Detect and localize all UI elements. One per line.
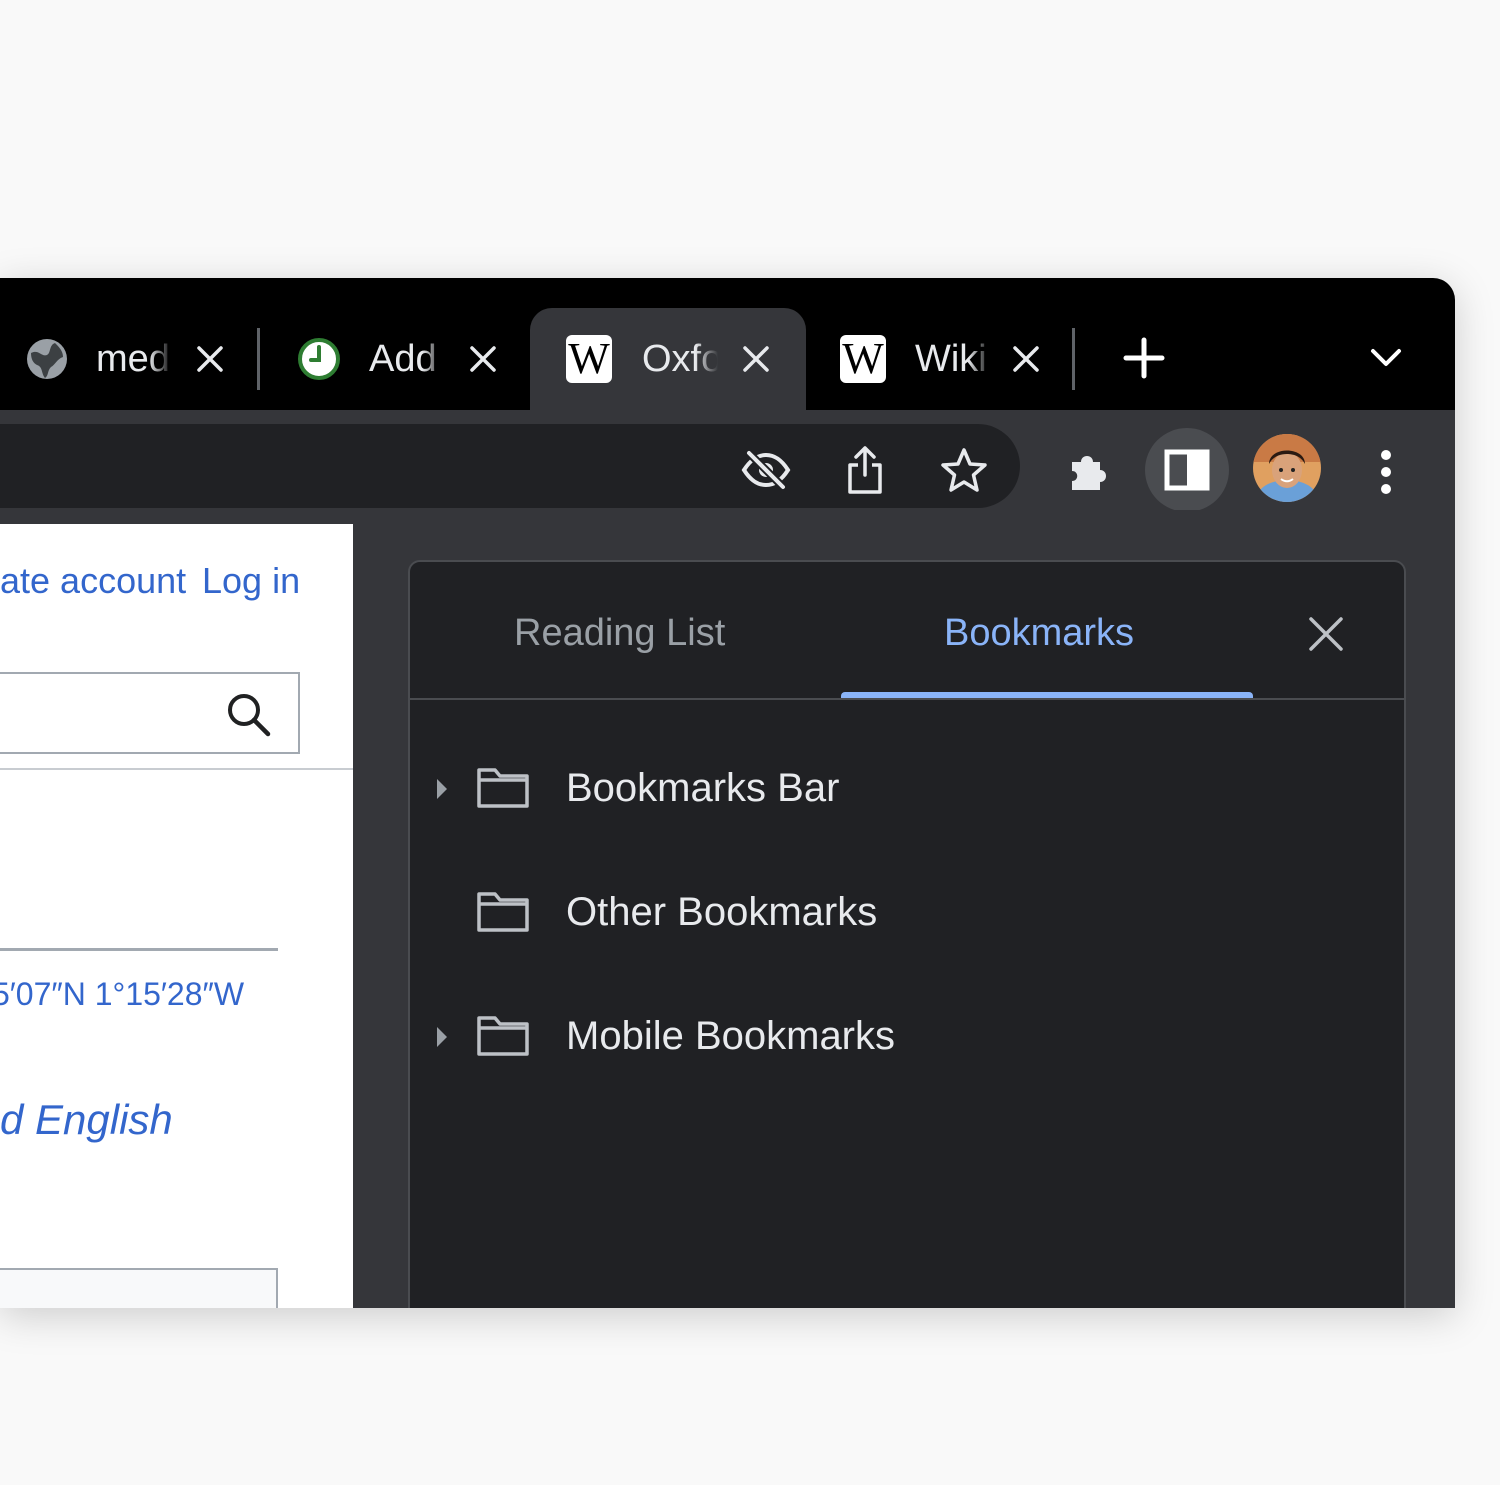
clock-icon bbox=[296, 336, 342, 382]
bookmark-star-button[interactable] bbox=[936, 442, 992, 498]
folder-icon bbox=[476, 888, 530, 934]
tab-separator bbox=[257, 328, 260, 390]
globe-icon bbox=[24, 336, 70, 382]
tracking-protection-button[interactable] bbox=[740, 444, 792, 496]
tabs-divider bbox=[410, 698, 1404, 700]
eye-slash-icon bbox=[741, 450, 791, 490]
new-tab-button[interactable] bbox=[1120, 334, 1168, 382]
tab-add[interactable]: Add bbox=[262, 308, 527, 410]
close-icon[interactable] bbox=[1010, 343, 1042, 375]
share-icon bbox=[848, 446, 882, 494]
login-link[interactable]: Log in bbox=[202, 560, 300, 602]
share-button[interactable] bbox=[840, 440, 890, 500]
tab-wiki[interactable]: W Wiki bbox=[806, 308, 1071, 410]
infobox-divider bbox=[0, 948, 278, 951]
tab-title: Wiki bbox=[915, 337, 987, 380]
english-link[interactable]: d English bbox=[0, 1096, 173, 1144]
star-icon bbox=[941, 448, 987, 492]
tab-title: Oxfo bbox=[642, 337, 718, 380]
close-icon[interactable] bbox=[194, 343, 226, 375]
puzzle-icon bbox=[1072, 456, 1106, 490]
tab-reading-list[interactable]: Reading List bbox=[514, 612, 725, 655]
search-icon[interactable] bbox=[224, 690, 274, 740]
side-panel-icon bbox=[1164, 449, 1210, 491]
wikipedia-icon: W bbox=[566, 335, 612, 383]
side-panel-button[interactable] bbox=[1145, 428, 1229, 512]
toolbar bbox=[0, 410, 1455, 512]
folder-icon bbox=[476, 764, 530, 810]
search-input[interactable] bbox=[0, 672, 300, 754]
header-divider bbox=[0, 768, 353, 770]
chevron-down-icon bbox=[1371, 349, 1401, 366]
browser-window: med Add W Oxfo W Wiki ate account Log in… bbox=[0, 278, 1455, 1308]
folder-bookmarks-bar[interactable]: Bookmarks Bar bbox=[410, 748, 1404, 828]
expand-arrow-icon[interactable] bbox=[432, 1024, 452, 1050]
tab-title: med bbox=[96, 337, 170, 380]
tab-separator bbox=[1072, 328, 1075, 390]
tab-bookmarks[interactable]: Bookmarks bbox=[944, 612, 1134, 655]
folder-label: Bookmarks Bar bbox=[566, 765, 840, 810]
folder-icon bbox=[476, 1012, 530, 1058]
wikipedia-icon: W bbox=[840, 335, 886, 383]
folder-other-bookmarks[interactable]: Other Bookmarks bbox=[410, 872, 1404, 952]
content-area: ate account Log in 5′07″N 1°15′28″W d En… bbox=[0, 510, 1455, 1308]
avatar[interactable] bbox=[1253, 434, 1321, 502]
plus-icon bbox=[1123, 337, 1165, 379]
tab-oxford[interactable]: W Oxfo bbox=[530, 308, 806, 410]
coordinates-link[interactable]: 5′07″N 1°15′28″W bbox=[0, 976, 244, 1013]
close-icon[interactable] bbox=[467, 343, 499, 375]
expand-arrow-icon[interactable] bbox=[432, 776, 452, 802]
close-panel-button[interactable] bbox=[1306, 614, 1346, 654]
side-panel: Reading List Bookmarks Bookmarks Bar Oth… bbox=[408, 560, 1406, 1308]
menu-button[interactable] bbox=[1366, 444, 1406, 500]
profile-avatar-icon bbox=[1253, 434, 1321, 502]
close-icon[interactable] bbox=[740, 343, 772, 375]
kebab-menu-icon bbox=[1381, 450, 1391, 494]
tab-med[interactable]: med bbox=[0, 308, 255, 410]
folder-label: Other Bookmarks bbox=[566, 889, 878, 934]
folder-mobile-bookmarks[interactable]: Mobile Bookmarks bbox=[410, 996, 1404, 1076]
folder-label: Mobile Bookmarks bbox=[566, 1013, 896, 1058]
close-icon bbox=[1309, 617, 1343, 651]
create-account-link[interactable]: ate account bbox=[0, 560, 186, 602]
infobox bbox=[0, 1268, 278, 1308]
extensions-button[interactable] bbox=[1062, 442, 1118, 498]
web-page: ate account Log in 5′07″N 1°15′28″W d En… bbox=[0, 524, 353, 1308]
tab-search-button[interactable] bbox=[1362, 338, 1410, 378]
tab-title: Add bbox=[369, 337, 437, 380]
